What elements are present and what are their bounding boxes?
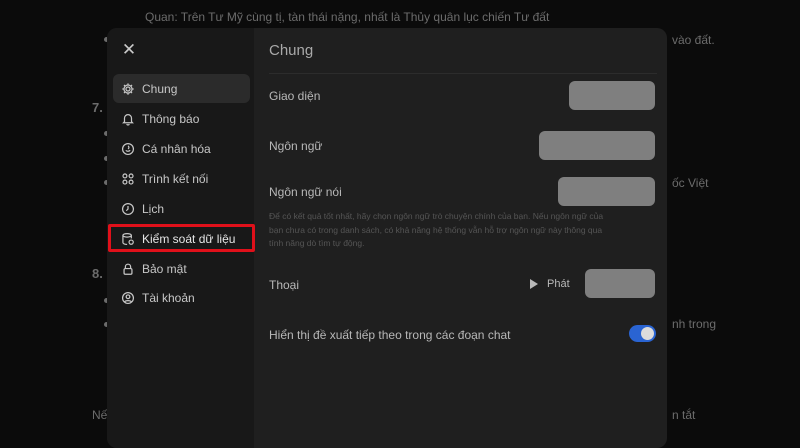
spoken-language-help: Để có kết quả tốt nhất, hãy chọn ngôn ng… [269,211,604,248]
sidebar-item-notifications[interactable]: Thông báo [113,104,250,133]
bell-icon [121,112,135,126]
personalize-icon [121,142,135,156]
lock-icon [121,262,135,276]
language-label: Ngôn ngữ [269,139,323,153]
sidebar-item-label: Trình kết nối [142,171,209,186]
settings-modal: ✕ Chung Thông báo Cá nhân hóa Trình kết … [107,28,667,448]
account-icon [121,291,135,305]
voice-label: Thoại [269,278,300,292]
sidebar-item-label: Cá nhân hóa [142,141,211,156]
sidebar-item-label: Thông báo [142,111,200,126]
language-select[interactable] [539,131,655,160]
sidebar-item-schedule[interactable]: Lịch [113,194,250,223]
sidebar-item-personalization[interactable]: Cá nhân hóa [113,134,250,163]
bg-line-right-1: vào đất. [672,33,715,47]
sidebar-item-account[interactable]: Tài khoản [113,283,250,312]
page-title: Chung [269,42,314,59]
settings-content: Chung Giao diện Ngôn ngữ Ngôn ngữ nói Để… [254,28,667,448]
bg-num-8: 8. [92,266,103,281]
play-voice-button[interactable]: Phát [530,278,570,290]
suggestions-toggle[interactable] [629,325,656,342]
sidebar-item-label: Chung [142,81,178,96]
bg-line-top: Quan: Trên Tư Mỹ cùng tị, tàn thái nặng,… [145,10,550,24]
toggle-knob [641,327,654,340]
spoken-language-select[interactable] [558,177,655,206]
bg-line-right-4: n tắt [672,408,696,422]
play-label: Phát [547,278,570,290]
sidebar-item-label: Bảo mật [142,261,187,276]
gear-icon [121,82,135,96]
voice-select[interactable] [585,269,655,298]
appearance-label: Giao diện [269,89,321,103]
settings-sidebar: ✕ Chung Thông báo Cá nhân hóa Trình kết … [107,28,255,448]
bg-line-left-bottom: Nế [92,408,108,422]
suggestions-label: Hiển thị đề xuất tiếp theo trong các đoạ… [269,328,511,342]
sidebar-item-label: Tài khoản [142,290,195,305]
sidebar-item-security[interactable]: Bảo mật [113,254,250,283]
clock-icon [121,202,135,216]
highlight-annotation [108,224,255,252]
sidebar-item-label: Lịch [142,201,165,216]
sidebar-item-connectors[interactable]: Trình kết nối [113,164,250,193]
bg-num-7: 7. [92,100,103,115]
spoken-language-label: Ngôn ngữ nói [269,185,342,199]
divider [269,73,657,74]
bg-line-right-2: ốc Việt [672,176,709,190]
close-icon[interactable]: ✕ [121,41,137,58]
bg-line-right-3: nh trong [672,317,717,331]
appearance-select[interactable] [569,81,655,110]
sidebar-item-general[interactable]: Chung [113,74,250,103]
connector-icon [121,172,135,186]
play-icon [530,279,538,289]
